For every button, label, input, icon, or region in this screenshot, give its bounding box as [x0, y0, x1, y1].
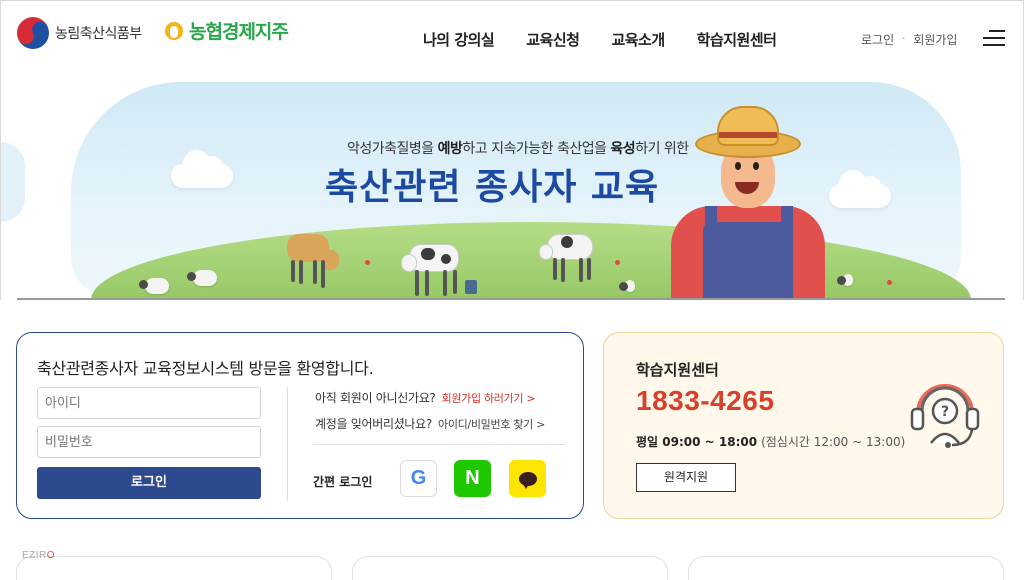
util-links: 로그인 · 회원가입 — [861, 31, 957, 48]
sky-decoration — [1, 142, 25, 222]
headset-support-icon: ? — [910, 384, 980, 448]
support-center-card: 학습지원센터 1833-4265 평일 09:00 ~ 18:00 (점심시간 1… — [603, 332, 1004, 519]
milk-bucket-illustration — [465, 280, 477, 294]
login-button[interactable]: 로그인 — [37, 467, 261, 499]
dairy-cow-illustration — [401, 232, 467, 300]
bottom-card[interactable] — [688, 556, 1004, 580]
sheep-illustration — [187, 270, 217, 286]
brown-cow-illustration — [283, 224, 345, 294]
sheep-illustration — [139, 278, 169, 294]
hamburger-menu-icon[interactable] — [983, 30, 1005, 46]
nav-my-classroom[interactable]: 나의 강의실 — [423, 29, 495, 50]
signup-prompt: 아직 회원이 아니신가요? 회원가입 하러가기 > — [315, 389, 536, 406]
weekday-hours: 평일 09:00 ~ 18:00 — [636, 435, 758, 449]
naver-login-button[interactable]: N — [454, 460, 491, 497]
goose-illustration — [619, 280, 635, 292]
util-separator: · — [902, 34, 906, 45]
forgot-account-text: 계정을 잊어버리셨나요? — [315, 417, 432, 431]
banner-title: 축산관련 종사자 교육 — [325, 167, 660, 208]
nav-support-center[interactable]: 학습지원센터 — [697, 29, 777, 50]
dairy-cow-illustration — [539, 222, 601, 288]
cloud-icon — [171, 150, 233, 188]
find-id-password-link[interactable]: 아이디/비밀번호 찾기 > — [438, 418, 545, 431]
naver-icon: N — [465, 467, 480, 489]
nh-logo[interactable]: 농협경제지주 — [163, 17, 289, 44]
main-nav: 나의 강의실 교육신청 교육소개 학습지원센터 — [423, 29, 777, 50]
not-member-text: 아직 회원이 아니신가요? — [315, 391, 436, 405]
easy-login-label: 간편 로그인 — [313, 475, 373, 489]
cloud-icon — [829, 170, 891, 208]
id-input[interactable] — [37, 387, 261, 419]
google-icon: G — [410, 467, 427, 489]
password-input[interactable] — [37, 426, 261, 458]
flower-decoration — [615, 260, 620, 265]
vertical-divider — [287, 387, 288, 501]
nh-emblem-icon — [163, 20, 185, 42]
flower-decoration — [365, 260, 370, 265]
svg-text:?: ? — [941, 404, 949, 420]
util-login-link[interactable]: 로그인 — [861, 31, 894, 48]
gov-name: 농림축산식품부 — [55, 26, 142, 42]
site-header: 농림축산식품부 농협경제지주 나의 강의실 교육신청 교육소개 학습지원센터 로… — [0, 0, 1024, 72]
banner-ground-line — [17, 298, 1005, 300]
nav-apply[interactable]: 교육신청 — [526, 29, 580, 50]
kakao-login-button[interactable] — [509, 460, 546, 497]
signup-link[interactable]: 회원가입 하러가기 > — [442, 392, 536, 405]
farmer-illustration — [661, 102, 831, 300]
taegeuk-icon — [11, 11, 55, 55]
bottom-card[interactable] — [352, 556, 668, 580]
util-signup-link[interactable]: 회원가입 — [913, 31, 957, 48]
banner-subtitle: 악성가축질병을 예방하고 지속가능한 축산업을 육성하기 위한 — [347, 141, 689, 157]
lunch-hours: (점심시간 12:00 ~ 13:00) — [761, 435, 906, 449]
goose-illustration — [837, 274, 853, 286]
hero-banner: 악성가축질병을 예방하고 지속가능한 축산업을 육성하기 위한 축산관련 종사자… — [0, 72, 1024, 300]
nav-intro[interactable]: 교육소개 — [611, 29, 665, 50]
support-title: 학습지원센터 — [636, 361, 719, 379]
gov-logo[interactable]: 농림축산식품부 — [11, 11, 142, 55]
horizontal-divider — [313, 444, 565, 445]
bottom-card[interactable] — [16, 556, 332, 580]
support-hours: 평일 09:00 ~ 18:00 (점심시간 12:00 ~ 13:00) — [636, 433, 905, 450]
kakao-talk-icon — [518, 471, 537, 489]
welcome-message: 축산관련종사자 교육정보시스템 방문을 환영합니다. — [37, 359, 374, 378]
support-phone: 1833-4265 — [636, 385, 775, 416]
nh-name: 농협경제지주 — [189, 21, 289, 43]
find-account-prompt: 계정을 잊어버리셨나요? 아이디/비밀번호 찾기 > — [315, 415, 545, 432]
flower-decoration — [887, 280, 892, 285]
login-card: 축산관련종사자 교육정보시스템 방문을 환영합니다. 로그인 아직 회원이 아니… — [16, 332, 584, 519]
google-login-button[interactable]: G — [400, 460, 437, 497]
watermark-logo: EZIRO — [22, 550, 56, 561]
remote-support-button[interactable]: 원격지원 — [636, 463, 736, 492]
